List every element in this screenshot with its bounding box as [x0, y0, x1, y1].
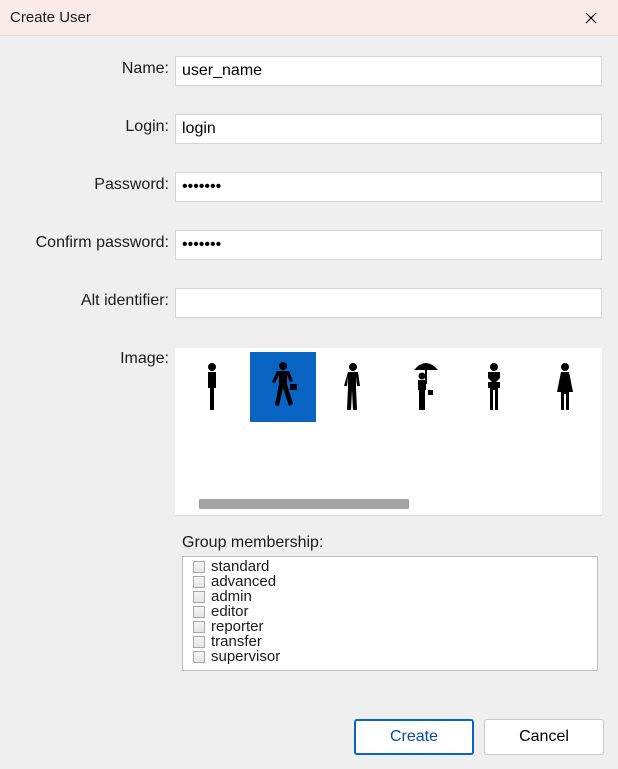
list-item[interactable]: editor	[187, 604, 593, 619]
list-item[interactable]: reporter	[187, 619, 593, 634]
image-label: Image:	[10, 346, 175, 368]
person-briefcase-walking-icon	[263, 360, 303, 414]
titlebar: Create User	[0, 0, 618, 36]
person-standing-alt-icon	[333, 360, 373, 414]
alt-identifier-input[interactable]	[175, 288, 602, 318]
dialog-title: Create User	[10, 9, 576, 26]
checkbox[interactable]	[193, 651, 205, 663]
login-input[interactable]	[175, 114, 602, 144]
group-membership-label: Group membership:	[182, 534, 598, 552]
person-female-icon	[545, 360, 585, 414]
person-umbrella-icon	[404, 360, 444, 414]
dialog-content: Name: Login: Password: Confirm password:…	[0, 36, 618, 681]
password-label: Password:	[10, 172, 175, 194]
list-item-label: standard	[211, 559, 269, 574]
checkbox[interactable]	[193, 636, 205, 648]
scrollbar-thumb[interactable]	[199, 499, 409, 509]
image-option[interactable]	[320, 352, 387, 422]
list-item[interactable]: standard	[187, 559, 593, 574]
list-item-label: supervisor	[211, 649, 280, 664]
list-item[interactable]: supervisor	[187, 649, 593, 664]
list-item-label: editor	[211, 604, 249, 619]
alt-identifier-label: Alt identifier:	[10, 288, 175, 310]
cancel-button[interactable]: Cancel	[484, 719, 604, 755]
create-button[interactable]: Create	[354, 719, 474, 755]
list-item-label: transfer	[211, 634, 262, 649]
person-arms-crossed-icon	[474, 360, 514, 414]
image-option[interactable]	[179, 352, 246, 422]
list-item[interactable]: transfer	[187, 634, 593, 649]
password-input[interactable]	[175, 172, 602, 202]
login-label: Login:	[10, 114, 175, 136]
list-item[interactable]: admin	[187, 589, 593, 604]
image-picker	[175, 346, 602, 516]
checkbox[interactable]	[193, 576, 205, 588]
close-icon	[585, 12, 597, 24]
image-option[interactable]	[532, 352, 599, 422]
list-item-label: admin	[211, 589, 252, 604]
checkbox[interactable]	[193, 621, 205, 633]
name-input[interactable]	[175, 56, 602, 86]
image-scrollbar[interactable]	[181, 499, 596, 509]
checkbox[interactable]	[193, 606, 205, 618]
image-option[interactable]	[461, 352, 528, 422]
list-item-label: advanced	[211, 574, 276, 589]
name-label: Name:	[10, 56, 175, 78]
checkbox[interactable]	[193, 591, 205, 603]
confirm-password-input[interactable]	[175, 230, 602, 260]
list-item-label: reporter	[211, 619, 264, 634]
image-option[interactable]	[250, 352, 317, 422]
list-item[interactable]: advanced	[187, 574, 593, 589]
person-standing-icon	[192, 360, 232, 414]
close-button[interactable]	[576, 3, 606, 33]
confirm-password-label: Confirm password:	[10, 230, 175, 252]
checkbox[interactable]	[193, 561, 205, 573]
image-option[interactable]	[391, 352, 458, 422]
image-thumb-strip	[175, 348, 602, 434]
group-membership-list[interactable]: standard advanced admin editor reporter …	[182, 556, 598, 671]
dialog-buttons: Create Cancel	[354, 719, 604, 755]
